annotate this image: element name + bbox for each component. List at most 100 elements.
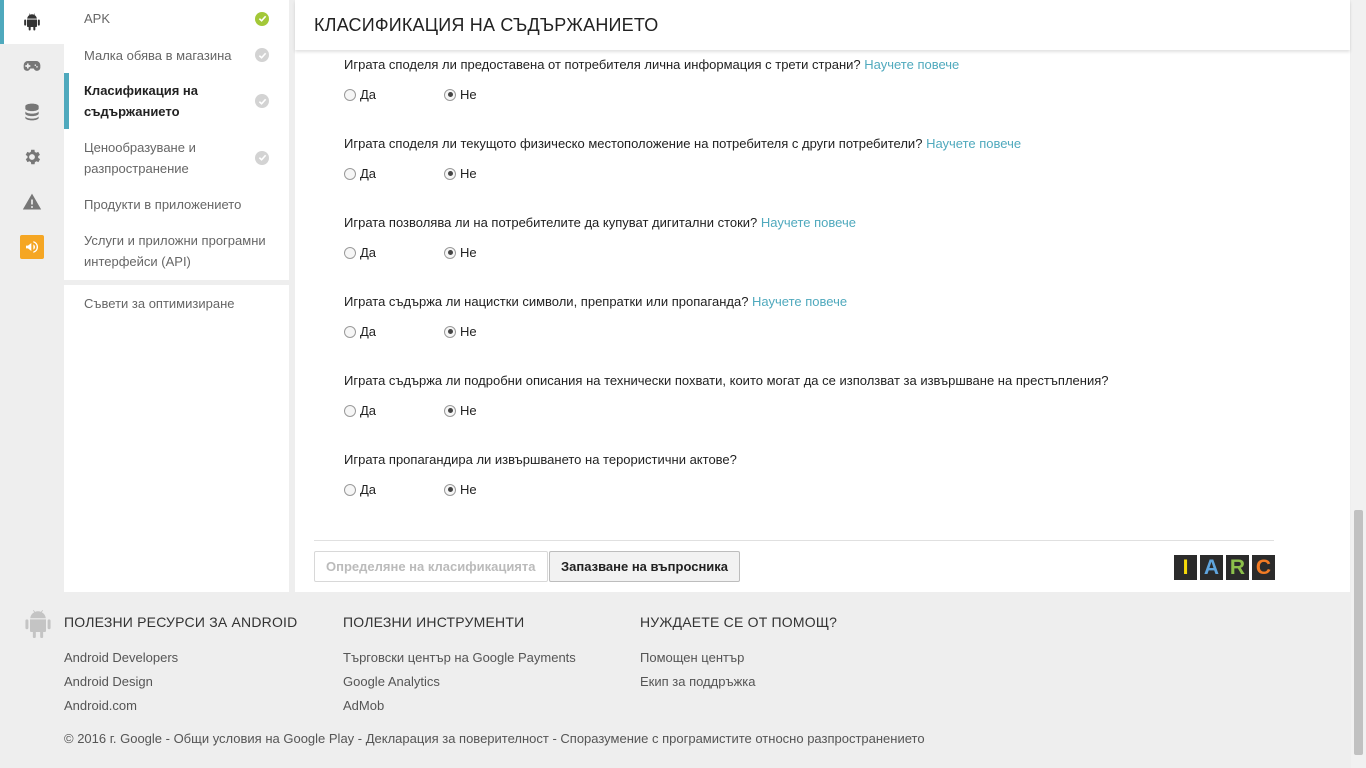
- sidebar-item-store-listing[interactable]: Малка обява в магазина: [64, 37, 289, 73]
- iarc-logo: I A R C: [1174, 555, 1275, 580]
- radio-label: Да: [360, 166, 377, 181]
- question-personal-info: Играта споделя ли предоставена от потреб…: [344, 57, 1304, 109]
- sidebar-item-services-apis[interactable]: Услуги и приложни програмни интерфейси (…: [64, 222, 289, 280]
- radio-label: Да: [360, 87, 377, 102]
- sidebar-item-label: Класификация на съдържанието: [84, 83, 199, 119]
- radio-no[interactable]: Не: [444, 324, 477, 339]
- question-text: Играта позволява ли на потребителите да …: [344, 215, 758, 230]
- radio-button[interactable]: [444, 483, 456, 496]
- radio-button[interactable]: [444, 167, 456, 180]
- radio-button[interactable]: [444, 246, 456, 259]
- radio-yes[interactable]: Да: [344, 87, 376, 102]
- learn-more-link[interactable]: Научете повече: [926, 136, 1021, 151]
- page-scrollbar[interactable]: [1351, 0, 1366, 768]
- learn-more-link[interactable]: Научете повече: [752, 294, 847, 309]
- radio-button[interactable]: [444, 404, 456, 417]
- footer-link[interactable]: AdMob: [343, 694, 576, 718]
- form-divider: [314, 540, 1274, 541]
- radio-button[interactable]: [444, 325, 456, 338]
- android-icon: [24, 13, 40, 31]
- content-rating-panel: КЛАСИФИКАЦИЯ НА СЪДЪРЖАНИЕТО Играта спод…: [295, 0, 1350, 592]
- sidebar-item-apk[interactable]: APK: [64, 0, 289, 37]
- sidebar-item-in-app-products[interactable]: Продукти в приложението: [64, 186, 289, 222]
- radio-button[interactable]: [344, 325, 356, 338]
- footer-help: НУЖДАЕТЕ СЕ ОТ ПОМОЩ? Помощен център Еки…: [640, 614, 837, 694]
- footer-link[interactable]: Android Design: [64, 670, 297, 694]
- sidebar-item-label: Съвети за оптимизиране: [84, 295, 235, 311]
- sidebar-item-label: APK: [84, 11, 111, 26]
- radio-button[interactable]: [344, 246, 356, 259]
- iarc-letter: I: [1174, 555, 1197, 580]
- sidebar-item-label: Услуги и приложни програмни интерфейси (…: [84, 233, 266, 269]
- footer-link[interactable]: Android Developers: [64, 646, 297, 670]
- save-questionnaire-button[interactable]: Запазване на въпросника: [549, 551, 741, 582]
- sidebar-item-label: Продукти в приложението: [84, 196, 242, 212]
- radio-label: Не: [460, 166, 477, 181]
- radio-label: Да: [360, 403, 377, 418]
- footer-heading: НУЖДАЕТЕ СЕ ОТ ПОМОЩ?: [640, 614, 838, 630]
- radio-button[interactable]: [444, 88, 456, 101]
- radio-button[interactable]: [344, 404, 356, 417]
- learn-more-link[interactable]: Научете повече: [864, 57, 959, 72]
- iarc-letter: A: [1200, 555, 1223, 580]
- radio-yes[interactable]: Да: [344, 324, 376, 339]
- footer-link[interactable]: Google Analytics: [343, 670, 576, 694]
- radio-yes[interactable]: Да: [344, 166, 376, 181]
- rail-database-icon[interactable]: [0, 90, 64, 134]
- radio-button[interactable]: [344, 483, 356, 496]
- footer-link[interactable]: Android.com: [64, 694, 297, 718]
- sidebar-item-label: Ценообразуване и разпространение: [84, 139, 196, 176]
- radio-yes[interactable]: Да: [344, 482, 376, 497]
- radio-no[interactable]: Не: [444, 87, 477, 102]
- question-terrorism: Играта пропагандира ли извършването на т…: [344, 452, 1304, 504]
- sidebar-item-label: Малка обява в магазина: [84, 47, 232, 63]
- sidebar-item-optimization-tips[interactable]: Съвети за оптимизиране: [64, 290, 289, 316]
- radio-label: Не: [460, 324, 477, 339]
- app-rail: [0, 0, 64, 592]
- sidebar-item-content-rating[interactable]: Класификация на съдържанието: [64, 73, 289, 129]
- gamepad-icon: [23, 61, 41, 71]
- rail-alerts-icon[interactable]: [0, 180, 64, 224]
- sidebar-item-pricing[interactable]: Ценообразуване и разпространение: [64, 129, 289, 186]
- radio-label: Да: [360, 245, 377, 260]
- rail-settings-icon[interactable]: [0, 135, 64, 179]
- rail-apps-icon[interactable]: [0, 0, 64, 44]
- android-logo-icon: [25, 610, 51, 639]
- calculate-rating-button[interactable]: Определяне на класификацията: [314, 551, 548, 582]
- footer-link[interactable]: Търговски център на Google Payments: [343, 646, 576, 670]
- question-location-sharing: Играта споделя ли текущото физическо мес…: [344, 136, 1304, 188]
- check-icon: [255, 150, 269, 165]
- footer-link[interactable]: Екип за поддръжка: [640, 670, 837, 694]
- radio-yes[interactable]: Да: [344, 245, 376, 260]
- footer-heading: ПОЛЕЗНИ РЕСУРСИ ЗА ANDROID: [64, 614, 298, 630]
- footer-link[interactable]: Помощен център: [640, 646, 837, 670]
- question-text: Играта съдържа ли нацистки символи, преп…: [344, 294, 749, 309]
- footer-resources: ПОЛЕЗНИ РЕСУРСИ ЗА ANDROID Android Devel…: [64, 614, 297, 718]
- check-complete-icon: [255, 11, 269, 26]
- rail-games-icon[interactable]: [0, 44, 64, 88]
- sidebar-nav: APK Малка обява в магазина Класификация …: [64, 0, 289, 592]
- gear-icon: [25, 149, 41, 165]
- page-header: КЛАСИФИКАЦИЯ НА СЪДЪРЖАНИЕТО: [295, 0, 1350, 50]
- radio-button[interactable]: [344, 88, 356, 101]
- question-digital-goods: Играта позволява ли на потребителите да …: [344, 215, 1304, 267]
- iarc-letter: C: [1252, 555, 1275, 580]
- iarc-letter: R: [1226, 555, 1249, 580]
- footer-copyright: © 2016 г. Google - Общи условия на Googl…: [64, 731, 925, 746]
- database-icon: [25, 103, 39, 121]
- question-nazi-symbols: Играта съдържа ли нацистки символи, преп…: [344, 294, 1304, 346]
- radio-no[interactable]: Не: [444, 166, 477, 181]
- radio-no[interactable]: Не: [444, 403, 477, 418]
- radio-no[interactable]: Не: [444, 245, 477, 260]
- radio-yes[interactable]: Да: [344, 403, 376, 418]
- radio-button[interactable]: [344, 167, 356, 180]
- check-icon: [255, 48, 269, 62]
- page-title: КЛАСИФИКАЦИЯ НА СЪДЪРЖАНИЕТО: [314, 15, 659, 35]
- radio-no[interactable]: Не: [444, 482, 477, 497]
- learn-more-link[interactable]: Научете повече: [761, 215, 856, 230]
- question-crime-techniques: Играта съдържа ли подробни описания на т…: [344, 373, 1304, 425]
- rail-promo-icon[interactable]: [0, 225, 64, 269]
- radio-label: Не: [460, 87, 477, 102]
- scrollbar-thumb[interactable]: [1354, 510, 1363, 755]
- question-text: Играта споделя ли предоставена от потреб…: [344, 57, 861, 72]
